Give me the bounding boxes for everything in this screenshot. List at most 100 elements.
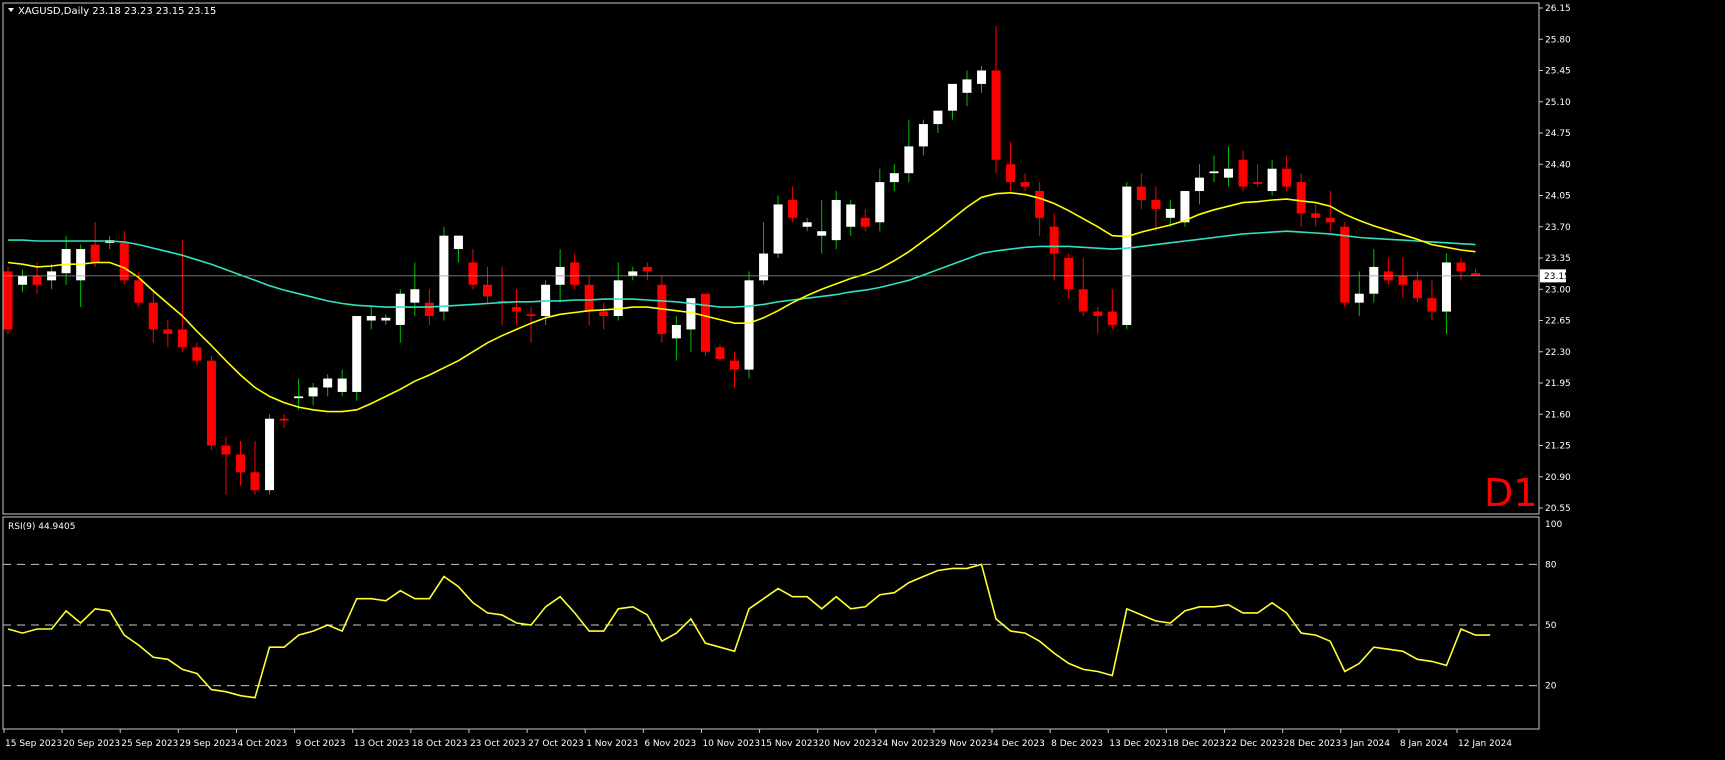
- candle: [1122, 182, 1132, 330]
- candle-body: [1122, 186, 1132, 325]
- price-tick-label: 21.95: [1545, 379, 1571, 389]
- candle-body: [570, 262, 580, 285]
- current-price-label: 23.15: [1544, 272, 1570, 282]
- candle-body: [773, 204, 783, 254]
- candle-body: [642, 266, 652, 272]
- price-tick-label: 24.40: [1545, 160, 1571, 170]
- candle: [773, 195, 783, 258]
- candle-body: [1471, 273, 1481, 276]
- candle-body: [1253, 182, 1263, 184]
- candle-body: [730, 360, 739, 370]
- price-tick-label: 22.65: [1545, 317, 1571, 327]
- price-tick-label: 23.70: [1545, 223, 1571, 233]
- candle-body: [700, 293, 710, 352]
- candle-body: [1180, 191, 1190, 223]
- candle-body: [788, 199, 798, 218]
- time-tick-label: 1 Nov 2023: [586, 739, 638, 749]
- candle-body: [395, 293, 405, 325]
- candle: [700, 293, 710, 357]
- candle-body: [1136, 186, 1146, 200]
- candle-body: [1107, 311, 1117, 325]
- time-tick-label: 15 Nov 2023: [761, 739, 819, 749]
- candle-body: [802, 222, 812, 227]
- candle-body: [1398, 275, 1408, 285]
- candle-body: [584, 284, 594, 312]
- time-tick-label: 10 Nov 2023: [702, 739, 760, 749]
- time-tick-label: 13 Oct 2023: [354, 739, 410, 749]
- chart-background: [0, 0, 1725, 756]
- candle-body: [1412, 280, 1422, 299]
- time-tick-label: 4 Oct 2023: [237, 739, 287, 749]
- candle-body: [381, 317, 391, 321]
- candle-body: [1078, 289, 1088, 312]
- rsi-tick-label: 80: [1545, 560, 1557, 570]
- candle-body: [599, 311, 609, 317]
- price-tick-label: 24.75: [1545, 129, 1571, 139]
- candle-body: [860, 217, 870, 227]
- price-tick-label: 23.35: [1545, 254, 1571, 264]
- candle-body: [846, 204, 856, 227]
- candle-body: [1267, 168, 1277, 192]
- time-tick-label: 3 Jan 2024: [1342, 739, 1390, 749]
- candle-body: [628, 271, 638, 276]
- price-tick-label: 26.15: [1545, 4, 1571, 14]
- candle-body: [90, 244, 100, 263]
- price-tick-label: 25.45: [1545, 67, 1571, 77]
- price-tick-label: 24.05: [1545, 192, 1571, 202]
- time-tick-label: 24 Nov 2023: [877, 739, 935, 749]
- price-tick-label: 21.25: [1545, 442, 1571, 452]
- candle-body: [177, 329, 187, 348]
- candle: [352, 316, 362, 401]
- candle-body: [1151, 199, 1161, 209]
- time-tick-label: 18 Dec 2023: [1167, 739, 1225, 749]
- price-tick-label: 20.55: [1545, 504, 1571, 514]
- candle-body: [918, 124, 928, 147]
- candle-body: [250, 472, 260, 491]
- candle-body: [1064, 258, 1074, 290]
- candle-body: [1354, 293, 1364, 303]
- candle-body: [308, 387, 318, 397]
- time-tick-label: 22 Dec 2023: [1226, 739, 1284, 749]
- candle-body: [1427, 298, 1437, 312]
- candle-body: [1369, 266, 1379, 294]
- rsi-tick-label: 50: [1545, 621, 1557, 631]
- candle-body: [962, 79, 972, 93]
- price-tick-label: 25.10: [1545, 98, 1571, 108]
- rsi-header: RSI(9) 44.9405: [8, 522, 75, 532]
- candle-body: [1209, 171, 1219, 174]
- candle-body: [1325, 217, 1335, 223]
- candle-body: [32, 275, 42, 285]
- candle-body: [1006, 164, 1016, 183]
- time-tick-label: 20 Nov 2023: [819, 739, 877, 749]
- candle-body: [1282, 168, 1292, 187]
- candle-body: [424, 302, 434, 317]
- rsi-tick-label: 100: [1545, 520, 1562, 530]
- candle-body: [3, 271, 13, 330]
- time-tick-label: 13 Dec 2023: [1109, 739, 1167, 749]
- time-tick-label: 20 Sep 2023: [63, 739, 120, 749]
- candle-body: [294, 396, 304, 399]
- chart-canvas[interactable]: 26.15 25.80 25.45 25.10 24.75 24.40 24.05 23.70…: [0, 0, 1725, 756]
- candle-body: [148, 302, 158, 330]
- candle-body: [1224, 168, 1234, 178]
- candle-body: [933, 110, 943, 125]
- candle-body: [134, 280, 144, 303]
- time-tick-label: 6 Nov 2023: [644, 739, 696, 749]
- chart-window[interactable]: 26.15 25.80 25.45 25.10 24.75 24.40 24.05 23.70…: [0, 0, 1725, 756]
- candle-body: [1456, 262, 1466, 272]
- time-tick-label: 29 Sep 2023: [179, 739, 236, 749]
- candle-body: [192, 347, 202, 361]
- candle-body: [410, 289, 420, 303]
- candle-body: [265, 418, 275, 491]
- time-tick-label: 15 Sep 2023: [5, 739, 62, 749]
- candle-body: [453, 235, 463, 250]
- candle-body: [512, 307, 522, 312]
- candle-body: [759, 253, 769, 281]
- candle-body: [366, 316, 376, 321]
- candle-body: [206, 360, 216, 446]
- candle-body: [468, 262, 478, 285]
- candle-body: [817, 231, 827, 236]
- candle-body: [744, 280, 754, 370]
- time-tick-label: 23 Oct 2023: [470, 739, 526, 749]
- candle-body: [279, 418, 289, 421]
